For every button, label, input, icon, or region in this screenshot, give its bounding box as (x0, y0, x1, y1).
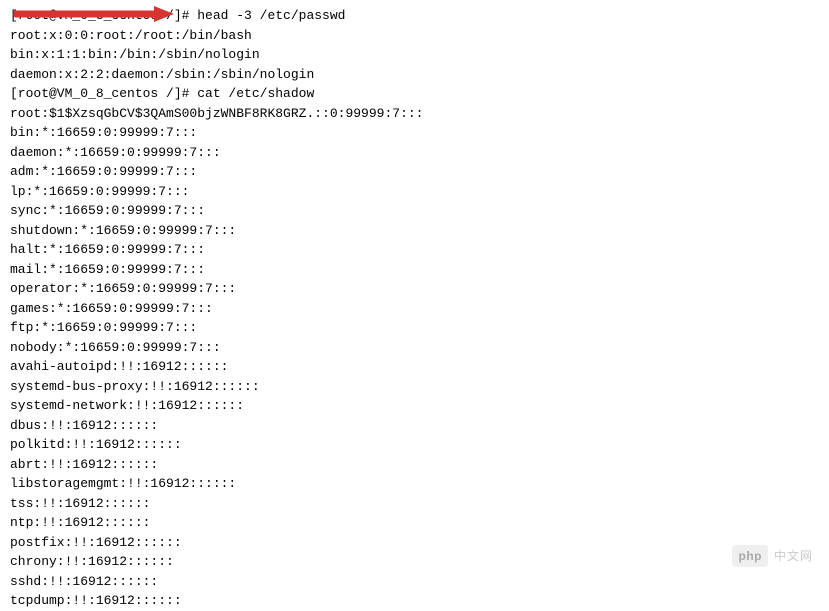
terminal-output: [root@VM_0_8_centos /]# head -3 /etc/pas… (10, 6, 819, 611)
terminal-line: tss:!!:16912:::::: (10, 494, 819, 514)
terminal-line: [root@VM_0_8_centos /]# head -3 /etc/pas… (10, 6, 819, 26)
watermark: php 中文网 (732, 545, 813, 567)
terminal-line: operator:*:16659:0:99999:7::: (10, 279, 819, 299)
watermark-badge: php (732, 545, 768, 567)
terminal-line: daemon:x:2:2:daemon:/sbin:/sbin/nologin (10, 65, 819, 85)
terminal-line: postfix:!!:16912:::::: (10, 533, 819, 553)
terminal-line: [root@VM_0_8_centos /]# cat /etc/shadow (10, 84, 819, 104)
terminal-line: root:$1$XzsqGbCV$3QAmS00bjzWNBF8RK8GRZ.:… (10, 104, 819, 124)
terminal-line: mail:*:16659:0:99999:7::: (10, 260, 819, 280)
terminal-line: lp:*:16659:0:99999:7::: (10, 182, 819, 202)
terminal-line: systemd-bus-proxy:!!:16912:::::: (10, 377, 819, 397)
terminal-line: ftp:*:16659:0:99999:7::: (10, 318, 819, 338)
terminal-line: tcpdump:!!:16912:::::: (10, 591, 819, 611)
terminal-line: abrt:!!:16912:::::: (10, 455, 819, 475)
terminal-line: avahi-autoipd:!!:16912:::::: (10, 357, 819, 377)
terminal-line: bin:x:1:1:bin:/bin:/sbin/nologin (10, 45, 819, 65)
terminal-line: halt:*:16659:0:99999:7::: (10, 240, 819, 260)
terminal-line: libstoragemgmt:!!:16912:::::: (10, 474, 819, 494)
terminal-line: dbus:!!:16912:::::: (10, 416, 819, 436)
terminal-line: daemon:*:16659:0:99999:7::: (10, 143, 819, 163)
watermark-text: 中文网 (774, 547, 813, 565)
terminal-line: bin:*:16659:0:99999:7::: (10, 123, 819, 143)
terminal-line: systemd-network:!!:16912:::::: (10, 396, 819, 416)
terminal-line: nobody:*:16659:0:99999:7::: (10, 338, 819, 358)
terminal-line: ntp:!!:16912:::::: (10, 513, 819, 533)
terminal-line: games:*:16659:0:99999:7::: (10, 299, 819, 319)
terminal-line: sshd:!!:16912:::::: (10, 572, 819, 592)
terminal-line: adm:*:16659:0:99999:7::: (10, 162, 819, 182)
terminal-line: shutdown:*:16659:0:99999:7::: (10, 221, 819, 241)
terminal-line: chrony:!!:16912:::::: (10, 552, 819, 572)
terminal-line: sync:*:16659:0:99999:7::: (10, 201, 819, 221)
terminal-line: polkitd:!!:16912:::::: (10, 435, 819, 455)
terminal-line: root:x:0:0:root:/root:/bin/bash (10, 26, 819, 46)
